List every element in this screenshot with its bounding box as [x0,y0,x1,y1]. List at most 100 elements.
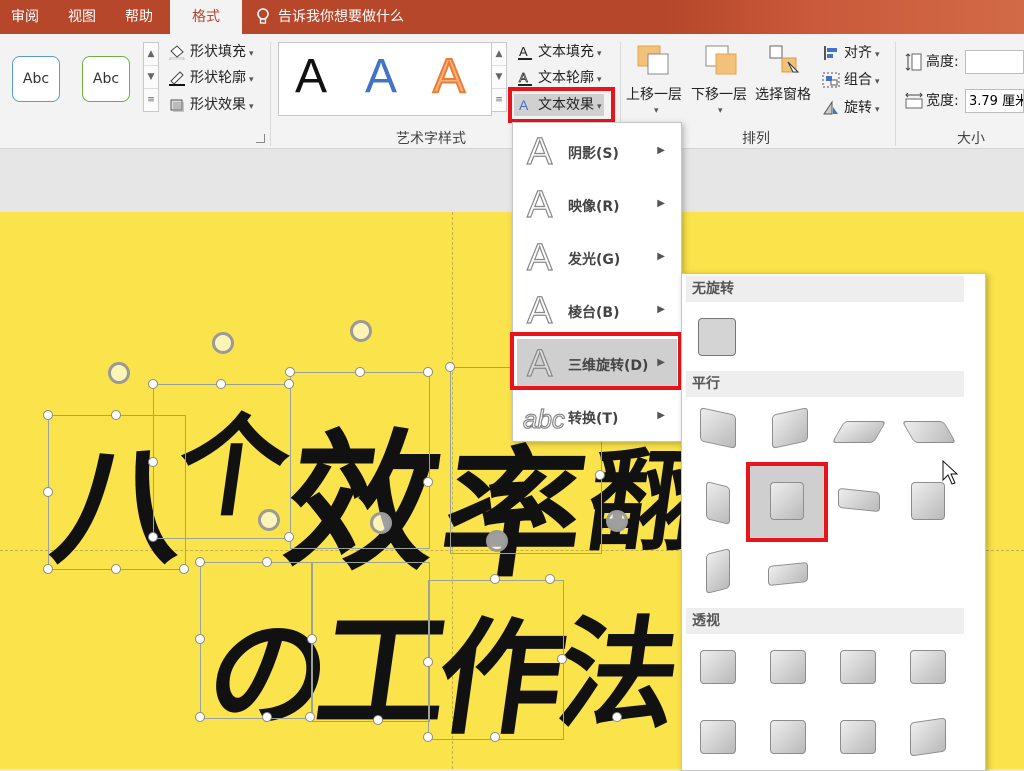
rotate-handle-icon[interactable] [486,530,508,552]
resize-handle[interactable] [195,557,205,567]
resize-handle[interactable] [423,657,433,667]
gallery-more-icon[interactable]: ≡ [492,89,506,111]
rotate-handle-icon[interactable] [350,320,372,342]
wordart-preset-orange[interactable]: A [432,49,466,104]
group-button[interactable]: 组合 ▾ [822,69,880,91]
no-rotation-preset[interactable] [698,318,736,356]
tab-help[interactable]: 帮助 [112,0,166,34]
send-backward-button[interactable]: 下移一层 [691,84,747,104]
parallel-preset-5[interactable] [706,481,730,525]
resize-handle[interactable] [595,470,605,480]
perspective-preset-3[interactable] [840,650,876,684]
resize-handle[interactable] [445,362,455,372]
parallel-preset-1[interactable] [700,407,736,449]
rotate-handle-icon[interactable] [258,509,280,531]
resize-handle[interactable] [216,379,226,389]
menu-item-bevel[interactable]: A 棱台(B) ▶ [517,286,677,336]
resize-handle[interactable] [262,712,272,722]
scroll-down-icon[interactable]: ▼ [144,66,158,89]
perspective-preset-4[interactable] [910,650,946,684]
wordart-gallery-scroll[interactable]: ▲ ▼ ≡ [491,42,507,112]
menu-item-transform[interactable]: abc 转换(T) ▶ [517,392,677,442]
width-input[interactable]: 3.79 厘米 [965,89,1024,113]
resize-handle[interactable] [557,654,567,664]
parallel-preset-2[interactable] [772,407,808,449]
wordart-preset-black[interactable]: A [295,49,327,104]
resize-handle[interactable] [307,634,317,644]
perspective-preset-7[interactable] [840,720,876,754]
rotate-handle-icon[interactable] [606,510,628,532]
text-outline-button[interactable]: A 文本轮廓 ▾ [516,67,602,89]
selection-pane-button[interactable]: 选择窗格 [755,84,811,104]
rotate-button[interactable]: 旋转 ▾ [822,97,880,119]
scroll-up-icon[interactable]: ▲ [144,43,158,66]
resize-handle[interactable] [111,564,121,574]
shape-effects-button[interactable]: 形状效果 ▾ [168,94,254,116]
resize-handle[interactable] [423,367,433,377]
mouse-cursor-icon [942,460,958,485]
tab-format[interactable]: 格式 [170,0,242,34]
resize-handle[interactable] [43,410,53,420]
rotate-handle-icon[interactable] [370,512,392,534]
parallel-preset-7[interactable] [838,487,880,513]
rotate-handle-icon[interactable] [108,362,130,384]
menu-item-glow[interactable]: A 发光(G) ▶ [517,233,677,283]
resize-handle[interactable] [423,732,433,742]
parallel-preset-4[interactable] [901,421,957,443]
perspective-preset-1[interactable] [700,650,736,684]
text-fill-button[interactable]: A 文本填充 ▾ [516,41,602,63]
menu-item-reflection[interactable]: A 映像(R) ▶ [517,180,677,230]
parallel-preset-10[interactable] [768,561,808,587]
rotate-handle-icon[interactable] [212,332,234,354]
resize-handle[interactable] [148,532,158,542]
resize-handle[interactable] [195,712,205,722]
resize-handle[interactable] [305,712,315,722]
group-icon [822,72,840,88]
gallery-more-icon[interactable]: ≡ [144,89,158,111]
resize-handle[interactable] [43,487,53,497]
resize-handle[interactable] [545,574,555,584]
resize-handle[interactable] [490,574,500,584]
resize-handle[interactable] [148,379,158,389]
scroll-up-icon[interactable]: ▲ [492,43,506,66]
tell-me-search[interactable]: 告诉我你想要做什么 [256,0,404,34]
perspective-preset-6[interactable] [770,720,806,754]
scroll-down-icon[interactable]: ▼ [492,66,506,89]
align-button[interactable]: 对齐 ▾ [822,42,880,64]
resize-handle[interactable] [179,564,189,574]
wordart-preset-blue[interactable]: A [365,49,397,104]
shape-outline-button[interactable]: 形状轮廓 ▾ [168,67,254,89]
resize-handle[interactable] [355,367,365,377]
perspective-preset-8[interactable] [910,717,946,757]
parallel-preset-8[interactable] [911,482,945,520]
resize-handle[interactable] [285,367,295,377]
tab-view[interactable]: 视图 [54,0,110,34]
perspective-preset-5[interactable] [700,720,736,754]
resize-handle[interactable] [43,564,53,574]
resize-handle[interactable] [262,557,272,567]
height-icon [905,53,922,71]
tab-review[interactable]: 审阅 [0,0,50,34]
resize-handle[interactable] [195,634,205,644]
resize-handle[interactable] [373,715,383,725]
resize-handle[interactable] [111,410,121,420]
perspective-preset-2[interactable] [770,650,806,684]
height-input[interactable] [965,50,1024,74]
resize-handle[interactable] [423,477,433,487]
shape-fill-button[interactable]: 形状填充 ▾ [168,41,254,63]
shape-style-gallery-scroll[interactable]: ▲ ▼ ≡ [143,42,159,112]
bring-forward-button[interactable]: 上移一层 [626,84,682,104]
dialog-launcher-icon[interactable] [256,134,265,143]
parallel-preset-9[interactable] [706,548,730,594]
highlight-3d-rotation [510,332,682,390]
resize-handle[interactable] [490,732,500,742]
resize-handle[interactable] [284,532,294,542]
parallel-preset-3[interactable] [831,421,887,443]
menu-item-shadow[interactable]: A 阴影(S) ▶ [517,127,677,177]
resize-handle[interactable] [284,379,294,389]
subtitle-char-4[interactable]: 法 [548,577,692,751]
resize-handle[interactable] [612,712,622,722]
shape-style-preset-blue[interactable]: Abc [12,56,60,102]
resize-handle[interactable] [148,457,158,467]
shape-style-preset-green[interactable]: Abc [82,56,130,102]
